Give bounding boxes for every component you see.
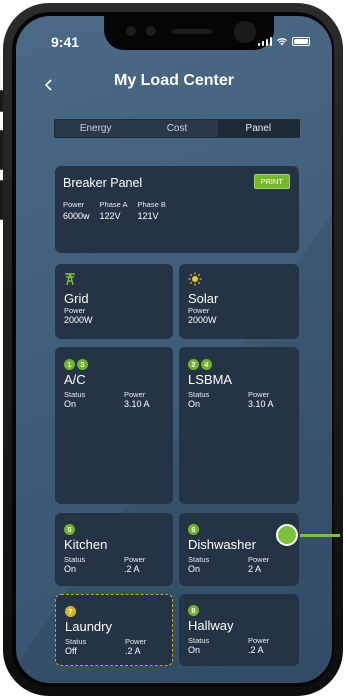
- power-label: Power: [124, 555, 146, 564]
- status-label: Status: [64, 390, 86, 399]
- load-name: Dishwasher: [188, 537, 256, 552]
- phase-b-label: Phase B: [137, 200, 166, 209]
- breaker-badge: 8: [188, 605, 199, 616]
- breaker-badge: 4: [201, 359, 212, 370]
- status-time: 9:41: [51, 34, 80, 50]
- tab-energy[interactable]: Energy: [55, 120, 136, 137]
- print-button[interactable]: PRINT: [253, 174, 290, 189]
- transmission-tower-icon: [65, 272, 75, 286]
- load-card-laundry[interactable]: 7 Laundry Status Off Power .2 A: [55, 594, 173, 666]
- sensor-dot: [146, 26, 156, 36]
- tab-panel[interactable]: Panel: [217, 120, 299, 137]
- breaker-badge: 2: [188, 359, 199, 370]
- signal-icon: [257, 36, 272, 46]
- front-camera: [234, 21, 256, 43]
- breaker-badge: 7: [65, 606, 76, 617]
- grid-name: Grid: [64, 291, 89, 306]
- load-card-lsbma[interactable]: 24 LSBMA Status On Power 3.10 A: [179, 347, 299, 504]
- status-value: On: [188, 399, 201, 409]
- sensor-dot: [126, 26, 136, 36]
- app-screen: 9:41 My Load Center Energy Cost Panel Br…: [16, 16, 332, 683]
- load-name: Laundry: [65, 619, 112, 634]
- volume-up-button: [0, 130, 3, 170]
- tab-cost[interactable]: Cost: [136, 120, 217, 137]
- power-value: 3.10 A: [124, 399, 150, 409]
- status-value: On: [188, 564, 201, 574]
- power-label: Power: [248, 390, 270, 399]
- status-value: On: [188, 645, 201, 655]
- battery-icon: [292, 37, 310, 46]
- status-icons: [257, 36, 310, 46]
- grid-card[interactable]: Grid Power 2000W: [55, 264, 173, 339]
- power-value: .2 A: [125, 646, 141, 656]
- status-label: Status: [188, 555, 210, 564]
- power-label: Power: [248, 636, 270, 645]
- status-label: Status: [188, 390, 210, 399]
- status-value: On: [64, 399, 77, 409]
- page-title: My Load Center: [113, 72, 234, 89]
- breaker-badge: 1: [64, 359, 75, 370]
- power-value: .2 A: [248, 645, 264, 655]
- phase-a-value: 122V: [99, 211, 121, 221]
- power-value: 6000w: [63, 211, 90, 221]
- mute-switch: [0, 90, 3, 112]
- load-name: Hallway: [188, 618, 234, 633]
- notch: [104, 16, 274, 50]
- volume-down-button: [0, 180, 3, 220]
- load-card-hallway[interactable]: 8 Hallway Status On Power .2 A: [179, 594, 299, 666]
- power-label: Power: [125, 637, 147, 646]
- sun-icon: [188, 272, 202, 286]
- breaker-badge: 6: [188, 524, 199, 535]
- status-label: Status: [188, 636, 210, 645]
- phase-a-column: Phase A 122V: [100, 200, 128, 221]
- phase-b-column: Phase B 121V: [137, 200, 165, 221]
- power-value: 2 A: [248, 564, 262, 574]
- grid-power-value: 2000W: [64, 315, 93, 325]
- load-card-ac[interactable]: 13 A/C Status On Power 3.10 A: [55, 347, 173, 504]
- breaker-panel-card: Breaker Panel PRINT Power 6000w Phase A …: [55, 166, 299, 253]
- connector-line: [300, 534, 340, 537]
- load-name: LSBMA: [188, 372, 233, 387]
- speaker: [172, 29, 212, 34]
- load-name: A/C: [64, 372, 86, 387]
- solar-card[interactable]: Solar Power 2000W: [179, 264, 299, 339]
- phase-b-value: 121V: [137, 211, 159, 221]
- tab-bar: Energy Cost Panel: [54, 119, 300, 138]
- status-value: On: [64, 564, 77, 574]
- power-label: Power: [124, 390, 146, 399]
- breaker-badge: 5: [64, 524, 75, 535]
- power-label: Power: [63, 200, 85, 209]
- status-value: Off: [65, 646, 77, 656]
- solar-name: Solar: [188, 291, 219, 306]
- status-label: Status: [64, 555, 86, 564]
- connector-handle[interactable]: [276, 524, 298, 546]
- power-label: Power: [248, 555, 270, 564]
- solar-power-value: 2000W: [188, 315, 217, 325]
- phase-a-label: Phase A: [99, 200, 128, 209]
- power-value: 3.10 A: [248, 399, 274, 409]
- breaker-badge: 3: [77, 359, 88, 370]
- load-name: Kitchen: [64, 537, 108, 552]
- load-card-kitchen[interactable]: 5 Kitchen Status On Power .2 A: [55, 513, 173, 586]
- power-column: Power 6000w: [63, 200, 90, 221]
- grid-power-label: Power: [64, 306, 86, 315]
- power-value: .2 A: [124, 564, 140, 574]
- load-card-dishwasher[interactable]: 6 Dishwasher Status On Power 2 A: [179, 513, 299, 586]
- status-label: Status: [65, 637, 87, 646]
- solar-power-label: Power: [188, 306, 210, 315]
- wifi-icon: [277, 38, 287, 46]
